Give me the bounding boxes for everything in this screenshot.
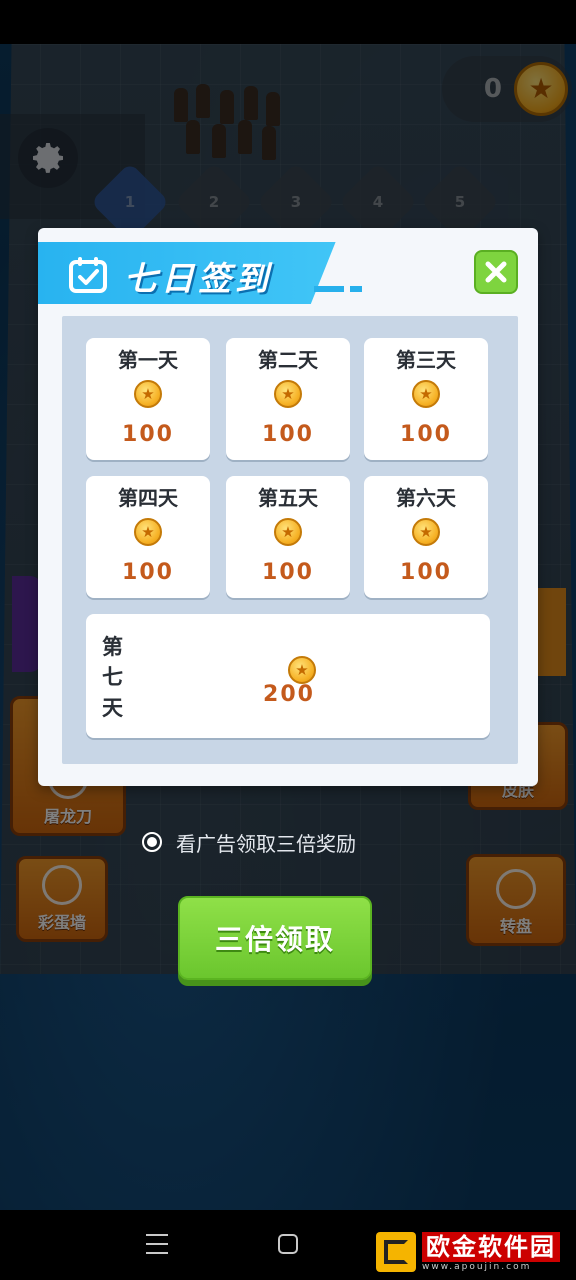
calendar-icon	[69, 257, 107, 293]
day-card-1[interactable]: 第一天 ★ 100	[86, 338, 210, 460]
day-card-7[interactable]: 第七天 ★ 200	[86, 614, 490, 738]
dialog-title: 七日签到	[124, 259, 272, 298]
menu-icon[interactable]	[146, 1234, 168, 1254]
close-icon	[485, 261, 507, 283]
day-card-2[interactable]: 第二天 ★ 100	[226, 338, 350, 460]
home-icon[interactable]	[278, 1234, 298, 1254]
day7-amount: 200	[263, 682, 315, 707]
watermark-logo	[376, 1232, 416, 1272]
triple-claim-button[interactable]: 三倍领取	[178, 896, 372, 980]
triple-reward-radio[interactable]	[142, 832, 162, 852]
triple-reward-option[interactable]: 看广告领取三倍奖励	[142, 826, 356, 858]
triple-claim-label: 三倍领取	[214, 923, 335, 956]
day-card-5[interactable]: 第五天 ★ 100	[226, 476, 350, 598]
coin-icon: ★	[412, 518, 440, 546]
close-button[interactable]	[474, 250, 518, 294]
triple-reward-label: 看广告领取三倍奖励	[176, 831, 356, 856]
day-card-3[interactable]: 第三天 ★ 100	[364, 338, 488, 460]
daily-checkin-dialog: 七日签到 第一天 ★ 100 第二天 ★ 100 第三天 ★ 100 第四天 ★…	[38, 228, 538, 786]
coin-icon: ★	[274, 380, 302, 408]
watermark-url: www.apoujin.com	[422, 1262, 532, 1272]
coin-icon: ★	[412, 380, 440, 408]
rewards-grid: 第一天 ★ 100 第二天 ★ 100 第三天 ★ 100 第四天 ★ 100 …	[62, 316, 518, 764]
coin-icon: ★	[134, 380, 162, 408]
watermark-text: 欧金软件园	[422, 1232, 560, 1262]
watermark: 欧金软件园 www.apoujin.com	[376, 1230, 572, 1274]
coin-icon: ★	[134, 518, 162, 546]
status-bar	[0, 0, 576, 44]
day7-name: 第七天	[102, 635, 123, 720]
coin-icon: ★	[288, 656, 316, 684]
day-card-4[interactable]: 第四天 ★ 100	[86, 476, 210, 598]
day-card-6[interactable]: 第六天 ★ 100	[364, 476, 488, 598]
coin-icon: ★	[274, 518, 302, 546]
